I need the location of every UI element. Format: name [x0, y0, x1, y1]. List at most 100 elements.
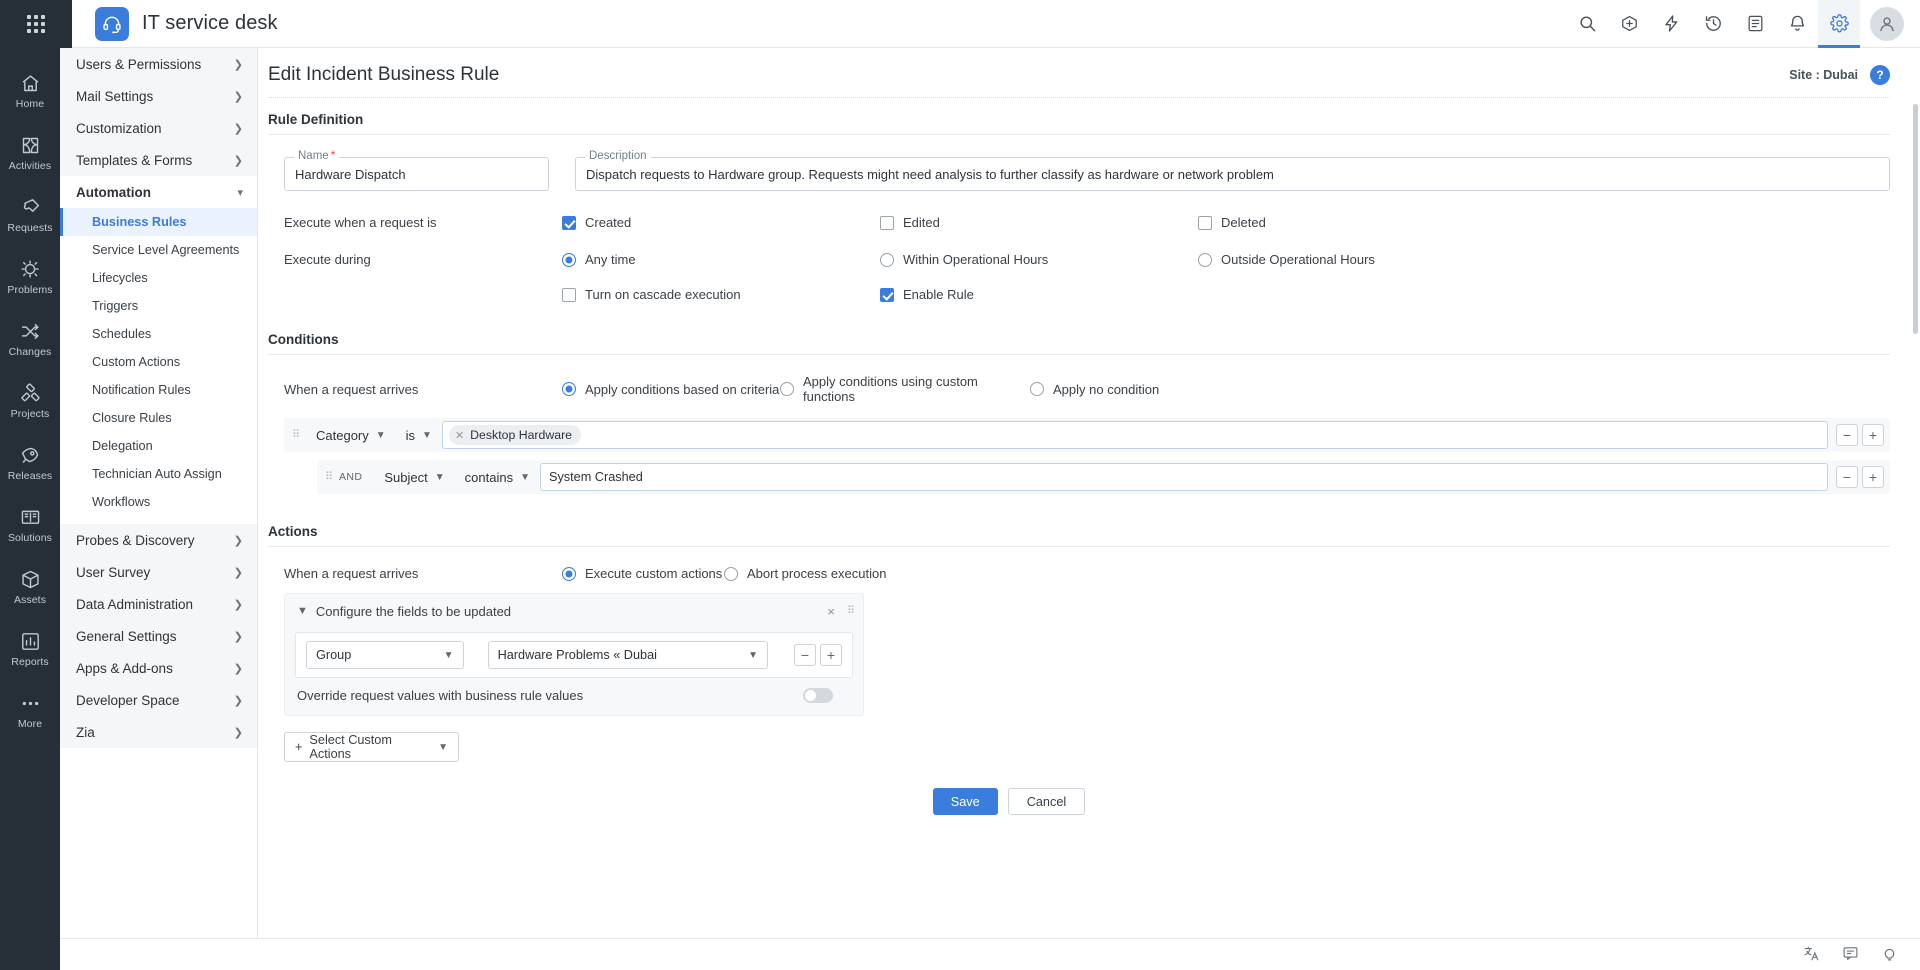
actions-mode-row: When a request arrives Execute custom ac… [258, 566, 1920, 581]
radio-within-operational-hours[interactable]: Within Operational Hours [880, 252, 1198, 267]
add-condition-button[interactable]: + [1862, 466, 1884, 488]
checkbox-deleted[interactable]: Deleted [1198, 215, 1266, 230]
sidebar-item-triggers[interactable]: Triggers [60, 292, 257, 320]
notes-icon[interactable] [1734, 0, 1776, 48]
rail-label: Assets [13, 593, 47, 606]
sidebar-item-closure-rules[interactable]: Closure Rules [60, 404, 257, 432]
rail-item-more[interactable]: More [0, 680, 60, 742]
rail-label: Changes [8, 345, 52, 358]
description-input[interactable] [576, 158, 1889, 190]
sidebar-item-apps-addons[interactable]: Apps & Add-ons ❯ [60, 652, 257, 684]
sidebar-item-users-permissions[interactable]: Users & Permissions ❯ [60, 48, 257, 80]
configure-fields-header[interactable]: ▼ Configure the fields to be updated × ⠿ [285, 594, 863, 628]
rail-item-activities[interactable]: Activities [0, 122, 60, 184]
settings-icon[interactable] [1818, 0, 1860, 48]
radio-apply-criteria[interactable]: Apply conditions based on criteria [562, 382, 780, 397]
rail-item-assets[interactable]: Assets [0, 556, 60, 618]
update-value-select[interactable]: Hardware Problems « Dubai ▼ [487, 641, 768, 669]
sidebar-item-customization[interactable]: Customization ❯ [60, 112, 257, 144]
quick-actions-icon[interactable] [1650, 0, 1692, 48]
scrollbar-thumb[interactable] [1913, 104, 1918, 334]
drag-handle-icon[interactable]: ⠿ [292, 430, 306, 441]
rail-item-changes[interactable]: Changes [0, 308, 60, 370]
sidebar-item-slas[interactable]: Service Level Agreements [60, 236, 257, 264]
rail-item-solutions[interactable]: Solutions [0, 494, 60, 556]
condition-operator-select[interactable]: is ▼ [396, 428, 442, 443]
sidebar-item-zia[interactable]: Zia ❯ [60, 716, 257, 748]
radio-outside-operational-hours[interactable]: Outside Operational Hours [1198, 252, 1375, 267]
sidebar-item-automation[interactable]: Automation ▾ [60, 176, 257, 208]
drag-handle-icon[interactable]: ⠿ [325, 472, 339, 483]
sidebar-item-technician-auto-assign[interactable]: Technician Auto Assign [60, 460, 257, 488]
override-toggle[interactable] [803, 688, 833, 703]
remove-condition-button[interactable]: − [1836, 466, 1858, 488]
remove-condition-button[interactable]: − [1836, 424, 1858, 446]
sidebar-item-custom-actions[interactable]: Custom Actions [60, 348, 257, 376]
update-field-select[interactable]: Group ▼ [306, 641, 464, 669]
app-grid-button[interactable] [0, 0, 72, 48]
sidebar-item-templates-forms[interactable]: Templates & Forms ❯ [60, 144, 257, 176]
sidebar-item-general-settings[interactable]: General Settings ❯ [60, 620, 257, 652]
drag-handle-icon[interactable]: ⠿ [847, 606, 855, 617]
rail-item-problems[interactable]: Problems [0, 246, 60, 308]
sidebar-item-probes-discovery[interactable]: Probes & Discovery ❯ [60, 524, 257, 556]
sidebar-item-data-administration[interactable]: Data Administration ❯ [60, 588, 257, 620]
remove-tag-icon[interactable]: ✕ [455, 429, 464, 442]
condition-operator-select[interactable]: contains ▼ [455, 470, 540, 485]
save-button[interactable]: Save [932, 788, 998, 815]
search-icon[interactable] [1566, 0, 1608, 48]
radio-abort-process-execution[interactable]: Abort process execution [724, 566, 886, 581]
checkbox-cascade-execution[interactable]: Turn on cascade execution [562, 287, 880, 302]
cancel-button[interactable]: Cancel [1007, 788, 1086, 815]
radio-any-time[interactable]: Any time [562, 252, 880, 267]
radio-apply-no-condition[interactable]: Apply no condition [1030, 382, 1159, 397]
bulb-icon[interactable] [1881, 945, 1898, 965]
sidebar-item-lifecycles[interactable]: Lifecycles [60, 264, 257, 292]
feedback-icon[interactable] [1842, 945, 1859, 965]
checkbox-enable-rule[interactable]: Enable Rule [880, 287, 1198, 302]
condition-field-select[interactable]: Category ▼ [306, 428, 396, 443]
sidebar-item-schedules[interactable]: Schedules [60, 320, 257, 348]
help-button[interactable]: ? [1870, 65, 1890, 85]
sidebar-item-workflows[interactable]: Workflows [60, 488, 257, 516]
sidebar-item-user-survey[interactable]: User Survey ❯ [60, 556, 257, 588]
avatar[interactable] [1870, 6, 1904, 41]
radio-icon [562, 252, 576, 267]
main-content: Edit Incident Business Rule Site : Dubai… [258, 48, 1920, 970]
nav-label: Templates & Forms [76, 152, 193, 168]
condition-value-input[interactable]: System Crashed [539, 463, 1828, 491]
rail-item-projects[interactable]: Projects [0, 370, 60, 432]
translate-icon[interactable] [1803, 945, 1820, 965]
close-icon[interactable]: × [827, 604, 835, 619]
option-label: Apply no condition [1053, 381, 1160, 397]
history-icon[interactable] [1692, 0, 1734, 48]
add-icon[interactable] [1608, 0, 1650, 48]
rail-item-releases[interactable]: Releases [0, 432, 60, 494]
checkbox-created[interactable]: Created [562, 215, 880, 230]
select-custom-actions-button[interactable]: + Select Custom Actions ▼ [284, 732, 459, 762]
brand[interactable]: IT service desk [72, 6, 278, 41]
radio-apply-custom-functions[interactable]: Apply conditions using custom functions [780, 374, 1030, 404]
rail-item-home[interactable]: Home [0, 60, 60, 122]
condition-field-select[interactable]: Subject ▼ [374, 470, 454, 485]
conditions-mode-row: When a request arrives Apply conditions … [258, 374, 1920, 404]
rail-item-reports[interactable]: Reports [0, 618, 60, 680]
sidebar-item-developer-space[interactable]: Developer Space ❯ [60, 684, 257, 716]
rail-item-requests[interactable]: Requests [0, 184, 60, 246]
sidebar-item-mail-settings[interactable]: Mail Settings ❯ [60, 80, 257, 112]
name-field[interactable]: Name * [284, 150, 549, 191]
checkbox-edited[interactable]: Edited [880, 215, 1198, 230]
remove-field-button[interactable]: − [794, 644, 816, 666]
sidebar-item-notification-rules[interactable]: Notification Rules [60, 376, 257, 404]
radio-execute-custom-actions[interactable]: Execute custom actions [562, 566, 724, 581]
add-condition-button[interactable]: + [1862, 424, 1884, 446]
sidebar-item-delegation[interactable]: Delegation [60, 432, 257, 460]
sidebar-item-business-rules[interactable]: Business Rules [60, 208, 257, 236]
notifications-icon[interactable] [1776, 0, 1818, 48]
description-field[interactable]: Description [575, 150, 1890, 191]
add-field-button[interactable]: + [820, 644, 842, 666]
condition-value-tagbox[interactable]: ✕ Desktop Hardware [441, 421, 1828, 449]
more-icon [20, 693, 41, 714]
name-input[interactable] [285, 158, 548, 190]
chevron-down-icon[interactable]: ▼ [297, 605, 308, 617]
